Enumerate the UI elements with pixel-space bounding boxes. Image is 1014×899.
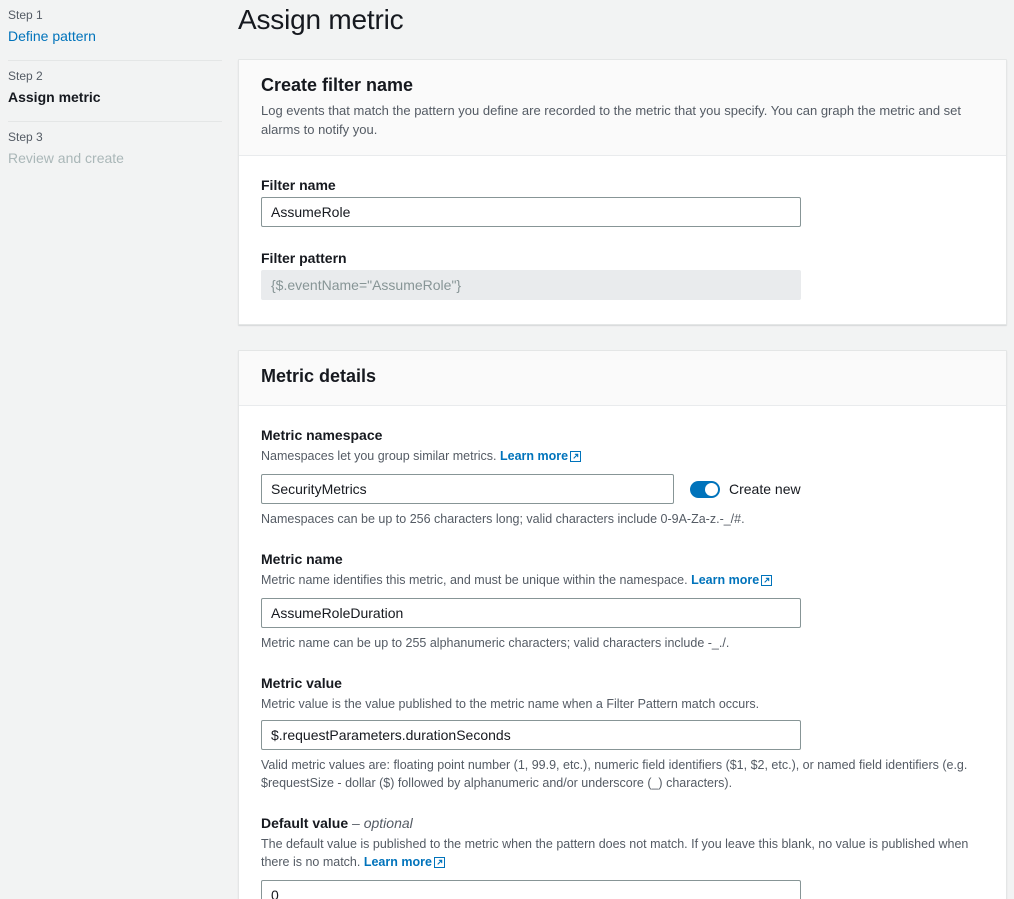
wizard-sidebar: Step 1 Define pattern Step 2 Assign metr… — [0, 0, 230, 899]
metric-name-description-text: Metric name identifies this metric, and … — [261, 573, 688, 587]
metric-namespace-label: Metric namespace — [261, 426, 984, 444]
step-2-title: Assign metric — [8, 87, 222, 107]
wizard-step-1[interactable]: Step 1 Define pattern — [0, 0, 230, 60]
external-link-icon — [761, 573, 772, 591]
default-value-input[interactable] — [261, 880, 801, 899]
default-value-learn-more-text: Learn more — [364, 855, 432, 869]
metric-name-learn-more-text: Learn more — [691, 573, 759, 587]
step-2-number: Step 2 — [8, 67, 222, 85]
create-filter-name-title: Create filter name — [261, 74, 984, 96]
metric-name-input[interactable] — [261, 598, 801, 628]
create-filter-name-body: Filter name Filter pattern — [239, 156, 1006, 324]
metric-namespace-learn-more-text: Learn more — [500, 449, 568, 463]
filter-name-input[interactable] — [261, 197, 801, 227]
metric-name-field: Metric name Metric name identifies this … — [261, 550, 984, 652]
create-filter-name-card: Create filter name Log events that match… — [238, 59, 1007, 325]
metric-value-input[interactable] — [261, 720, 801, 750]
metric-namespace-input[interactable] — [261, 474, 674, 504]
filter-name-field: Filter name — [261, 176, 984, 227]
filter-name-label: Filter name — [261, 176, 984, 194]
step-3-title: Review and create — [8, 148, 222, 168]
metric-details-card: Metric details Metric namespace Namespac… — [238, 350, 1007, 899]
metric-namespace-input-row: Create new — [261, 474, 984, 504]
filter-pattern-input — [261, 270, 801, 300]
step-1-title[interactable]: Define pattern — [8, 26, 222, 46]
create-filter-name-header: Create filter name Log events that match… — [239, 60, 1006, 156]
metric-value-hint: Valid metric values are: floating point … — [261, 756, 981, 792]
wizard-step-2[interactable]: Step 2 Assign metric — [0, 61, 230, 121]
metric-details-title: Metric details — [261, 365, 984, 387]
toggle-knob — [705, 483, 718, 496]
default-value-optional-tag: – optional — [352, 815, 413, 831]
metric-name-learn-more-link[interactable]: Learn more — [691, 573, 772, 587]
external-link-icon — [434, 855, 445, 873]
metric-namespace-description-text: Namespaces let you group similar metrics… — [261, 449, 497, 463]
metric-value-description: Metric value is the value published to t… — [261, 695, 981, 713]
default-value-field: Default value – optional The default val… — [261, 814, 984, 899]
metric-namespace-field: Metric namespace Namespaces let you grou… — [261, 426, 984, 528]
metric-namespace-learn-more-link[interactable]: Learn more — [500, 449, 581, 463]
default-value-label-text: Default value — [261, 815, 348, 831]
create-new-namespace-toggle[interactable]: Create new — [690, 480, 801, 498]
external-link-icon — [570, 449, 581, 467]
metric-name-description: Metric name identifies this metric, and … — [261, 571, 981, 591]
metric-name-hint: Metric name can be up to 255 alphanumeri… — [261, 634, 981, 652]
wizard-page: Step 1 Define pattern Step 2 Assign metr… — [0, 0, 1014, 899]
filter-pattern-field: Filter pattern — [261, 249, 984, 300]
step-1-number: Step 1 — [8, 6, 222, 24]
metric-value-field: Metric value Metric value is the value p… — [261, 674, 984, 792]
main-content: Assign metric Create filter name Log eve… — [230, 0, 1014, 899]
metric-namespace-description: Namespaces let you group similar metrics… — [261, 447, 981, 467]
toggle-track — [690, 481, 720, 498]
create-new-toggle-label: Create new — [729, 480, 801, 498]
default-value-label: Default value – optional — [261, 814, 984, 832]
metric-value-label: Metric value — [261, 674, 984, 692]
wizard-step-3: Step 3 Review and create — [0, 122, 230, 182]
metric-namespace-hint: Namespaces can be up to 256 characters l… — [261, 510, 981, 528]
metric-details-body: Metric namespace Namespaces let you grou… — [239, 406, 1006, 899]
metric-name-label: Metric name — [261, 550, 984, 568]
metric-details-header: Metric details — [239, 351, 1006, 406]
default-value-description: The default value is published to the me… — [261, 835, 981, 873]
create-filter-name-description: Log events that match the pattern you de… — [261, 101, 984, 139]
step-3-number: Step 3 — [8, 128, 222, 146]
filter-pattern-label: Filter pattern — [261, 249, 984, 267]
page-title: Assign metric — [238, 3, 1007, 37]
default-value-learn-more-link[interactable]: Learn more — [364, 855, 445, 869]
